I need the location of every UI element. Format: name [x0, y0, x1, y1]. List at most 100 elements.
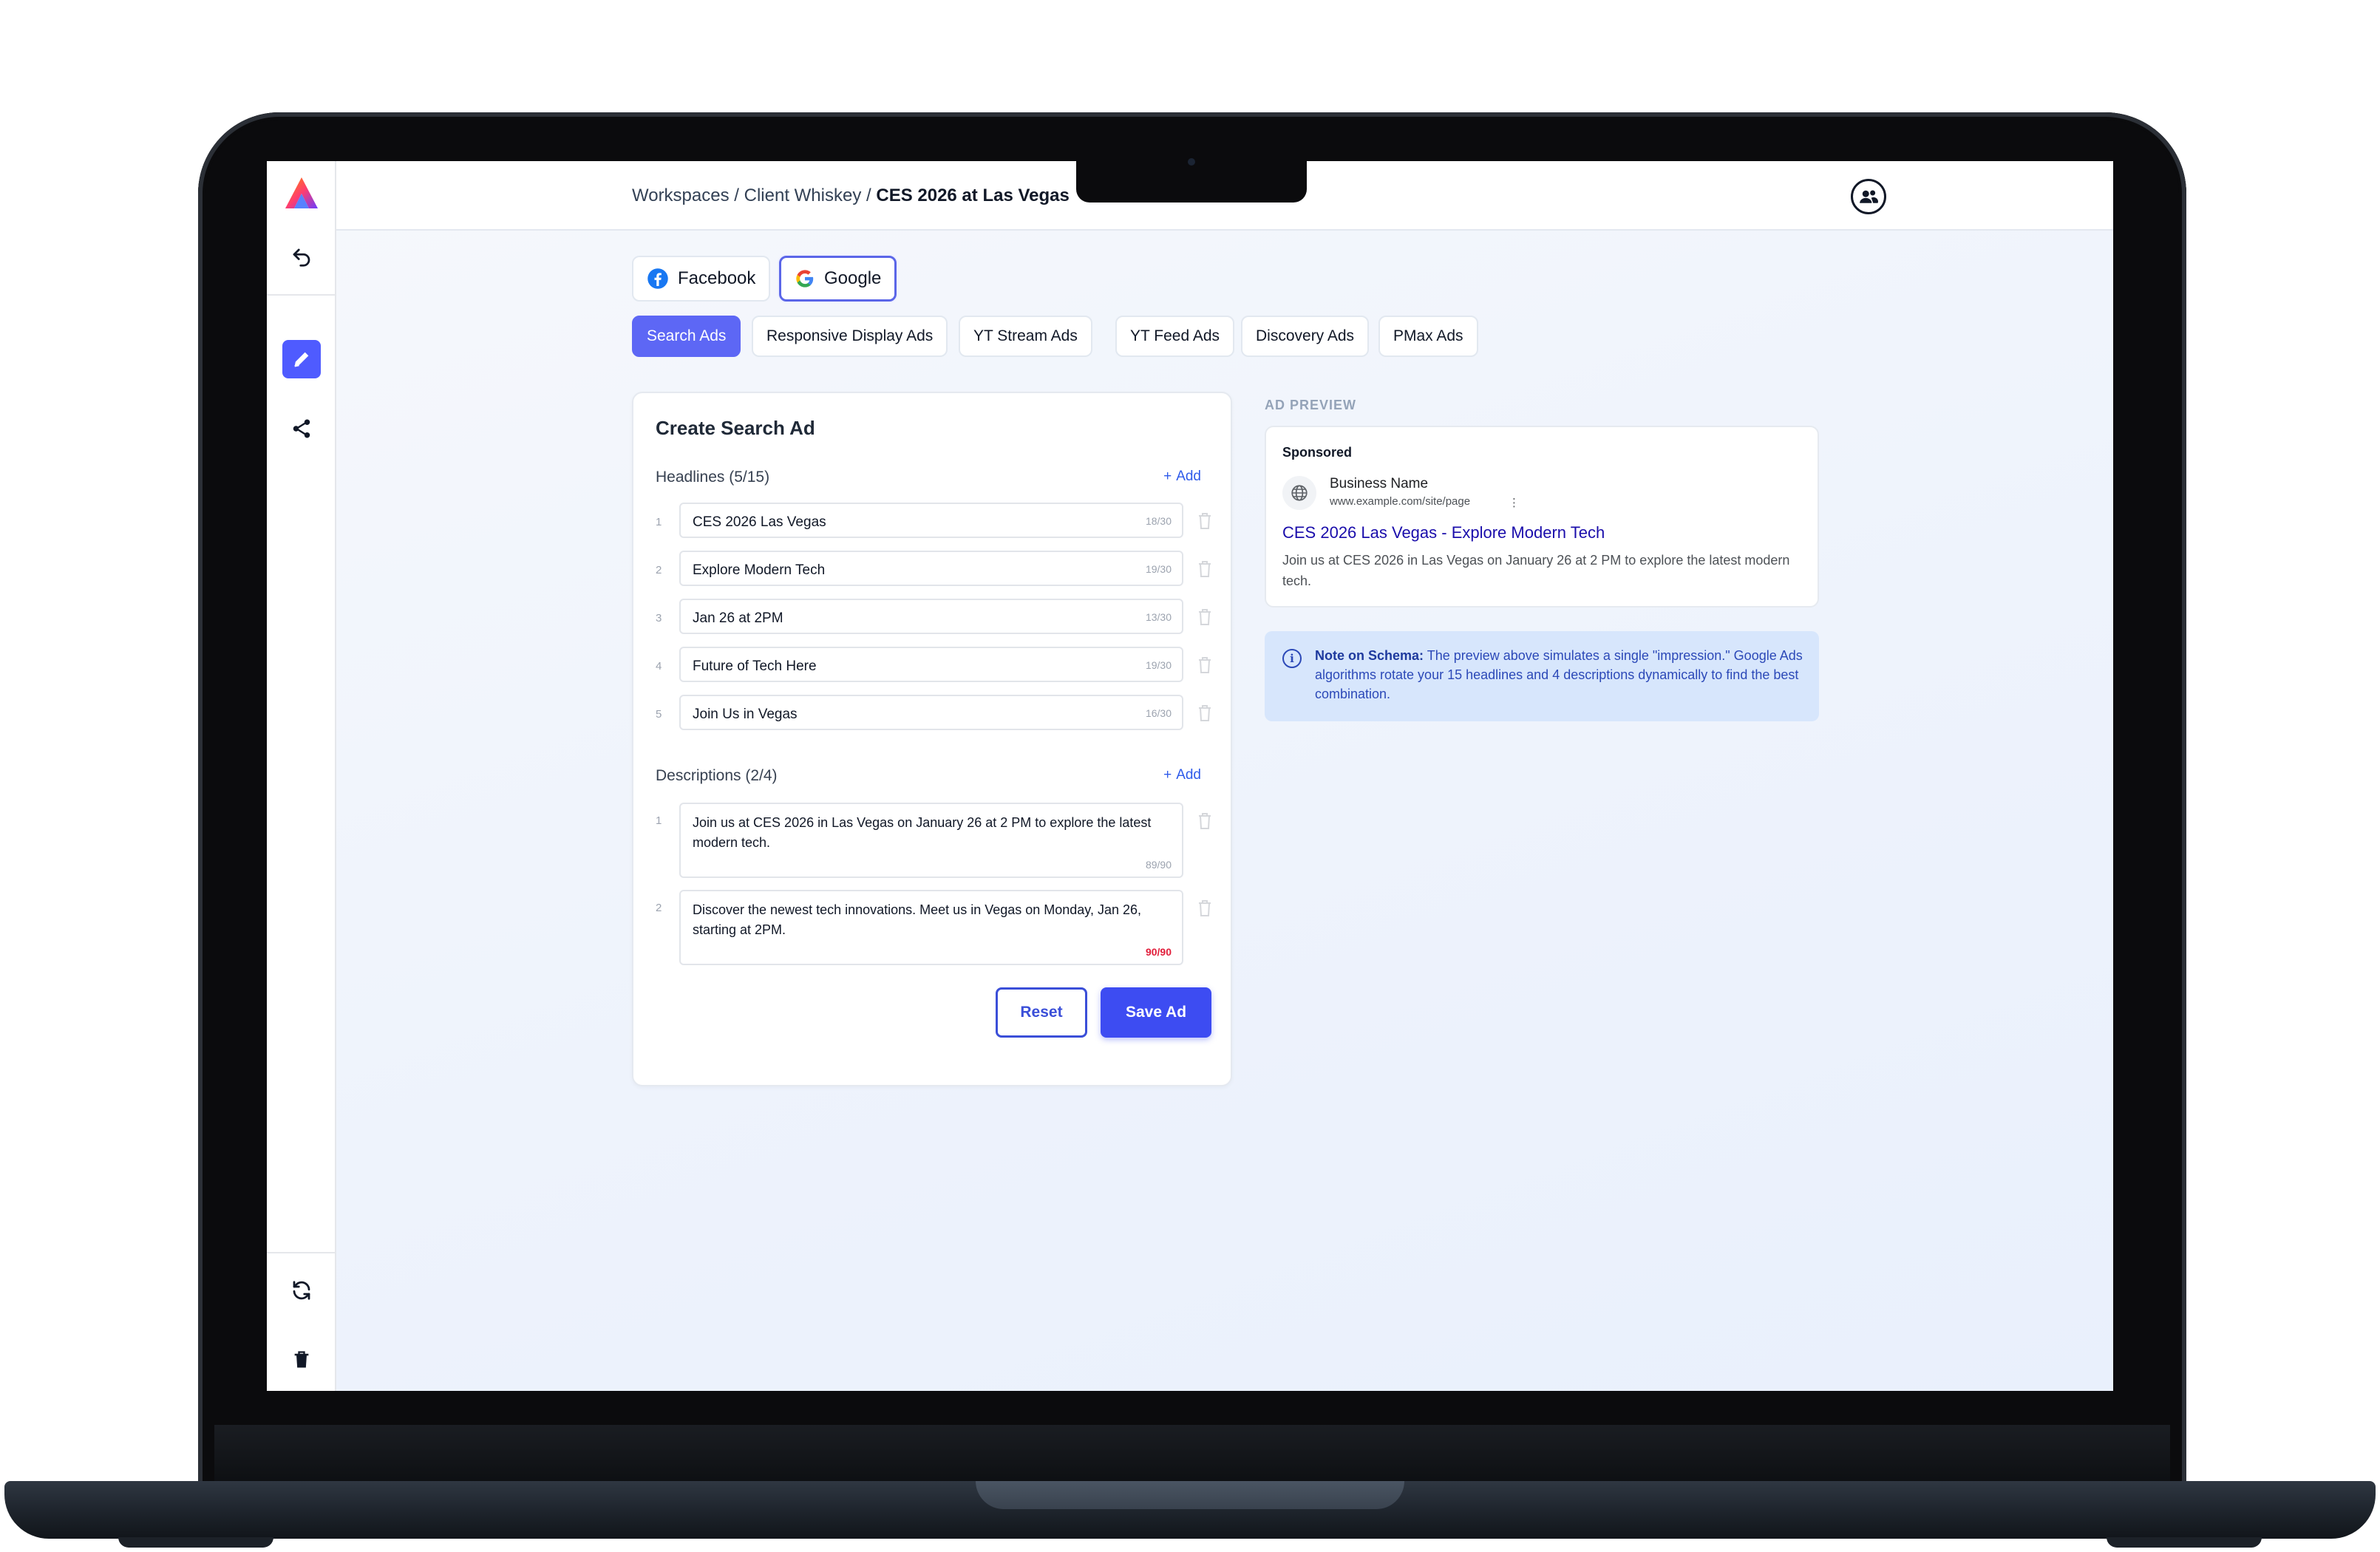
sidebar-divider	[267, 1252, 336, 1253]
globe-icon	[1282, 476, 1316, 510]
breadcrumb-separator: /	[734, 186, 739, 205]
tab-yt-stream-ads[interactable]: YT Stream Ads	[959, 316, 1092, 357]
platform-tab-facebook[interactable]: Facebook	[632, 256, 771, 302]
brand-logo-icon	[285, 177, 318, 208]
preview-headline[interactable]: CES 2026 Las Vegas - Explore Modern Tech	[1282, 523, 1605, 542]
facebook-icon	[647, 268, 668, 289]
delete-description-icon[interactable]	[1197, 899, 1213, 918]
sidebar	[267, 161, 336, 1391]
tab-pmax-ads[interactable]: PMax Ads	[1378, 316, 1478, 357]
tab-discovery-ads[interactable]: Discovery Ads	[1241, 316, 1370, 357]
headline-number: 2	[656, 564, 662, 576]
breadcrumb: Workspaces / Client Whiskey / CES 2026 a…	[632, 186, 1070, 206]
schema-note: i Note on Schema: The preview above simu…	[1265, 631, 1819, 721]
headline-input[interactable]: Join Us in Vegas 16/30	[679, 695, 1183, 730]
schema-note-text: Note on Schema: The preview above simula…	[1315, 646, 1803, 704]
breadcrumb-current: CES 2026 at Las Vegas	[876, 186, 1070, 205]
create-ad-card: Create Search Ad Headlines (5/15) + Add …	[632, 392, 1232, 1086]
display-url: www.example.com/site/page	[1330, 495, 1471, 508]
plus-icon: +	[1163, 469, 1172, 484]
refresh-button[interactable]	[282, 1271, 321, 1310]
tab-search-ads[interactable]: Search Ads	[632, 316, 741, 357]
headline-char-count: 18/30	[1145, 515, 1172, 527]
delete-button[interactable]	[282, 1341, 321, 1379]
delete-headline-icon[interactable]	[1197, 511, 1213, 531]
business-name: Business Name	[1330, 476, 1429, 491]
user-menu-button[interactable]	[1851, 179, 1886, 214]
headline-text: CES 2026 Las Vegas	[693, 514, 826, 530]
descriptions-title: Descriptions (2/4)	[656, 767, 778, 784]
platform-tab-label: Facebook	[678, 268, 756, 288]
description-char-count: 90/90	[1145, 946, 1172, 958]
platform-tab-google[interactable]: Google	[779, 256, 897, 302]
users-icon	[1860, 190, 1878, 203]
undo-icon	[293, 248, 310, 267]
add-headline-label: Add	[1176, 469, 1201, 484]
description-number: 2	[656, 902, 662, 914]
description-input[interactable]: Join us at CES 2026 in Las Vegas on Janu…	[679, 803, 1183, 878]
pencil-icon	[294, 352, 309, 367]
headline-char-count: 19/30	[1145, 659, 1172, 671]
headline-number: 1	[656, 516, 662, 528]
brand-logo[interactable]	[282, 174, 321, 213]
add-description-button[interactable]: + Add	[1163, 767, 1201, 783]
delete-headline-icon[interactable]	[1197, 607, 1213, 627]
headline-text: Future of Tech Here	[693, 658, 817, 674]
plus-icon: +	[1163, 767, 1172, 783]
ad-preview-label: AD PREVIEW	[1265, 398, 1357, 412]
save-ad-button[interactable]: Save Ad	[1101, 987, 1211, 1038]
app-screen: Workspaces / Client Whiskey / CES 2026 a…	[267, 161, 2113, 1391]
headline-input[interactable]: Future of Tech Here 19/30	[679, 647, 1183, 682]
description-char-count: 89/90	[1145, 859, 1172, 871]
share-button[interactable]	[282, 409, 321, 448]
headline-number: 5	[656, 708, 662, 721]
add-description-label: Add	[1176, 767, 1201, 783]
breadcrumb-item-client[interactable]: Client Whiskey	[744, 186, 862, 205]
headline-char-count: 16/30	[1145, 707, 1172, 719]
headline-number: 3	[656, 612, 662, 624]
headline-char-count: 19/30	[1145, 563, 1172, 575]
tab-responsive-display-ads[interactable]: Responsive Display Ads	[752, 316, 948, 357]
headline-text: Jan 26 at 2PM	[693, 610, 783, 626]
laptop-foot-left	[118, 1537, 273, 1548]
description-input[interactable]: Discover the newest tech innovations. Me…	[679, 890, 1183, 965]
share-icon	[293, 419, 310, 438]
laptop-foot-right	[2107, 1537, 2262, 1548]
headline-input[interactable]: Jan 26 at 2PM 13/30	[679, 599, 1183, 634]
info-icon: i	[1282, 649, 1302, 668]
schema-note-title: Note on Schema:	[1315, 648, 1424, 663]
headline-text: Join Us in Vegas	[693, 707, 798, 722]
google-icon	[796, 270, 814, 287]
headlines-title: Headlines (5/15)	[656, 469, 770, 486]
headline-text: Explore Modern Tech	[693, 562, 826, 578]
laptop-opening-notch	[976, 1481, 1404, 1509]
description-number: 1	[656, 814, 662, 827]
camera-icon	[1188, 158, 1195, 166]
preview-description: Join us at CES 2026 in Las Vegas on Janu…	[1282, 553, 1790, 588]
headline-input[interactable]: Explore Modern Tech 19/30	[679, 551, 1183, 586]
delete-headline-icon[interactable]	[1197, 656, 1213, 675]
platform-tab-label: Google	[824, 268, 882, 288]
more-vert-icon[interactable]: ⋮	[1509, 496, 1520, 509]
breadcrumb-item-workspaces[interactable]: Workspaces	[632, 186, 730, 205]
delete-headline-icon[interactable]	[1197, 704, 1213, 723]
sponsored-label: Sponsored	[1282, 445, 1353, 460]
sidebar-divider	[267, 294, 336, 296]
laptop-hinge	[214, 1425, 2170, 1484]
headline-input[interactable]: CES 2026 Las Vegas 18/30	[679, 503, 1183, 538]
delete-headline-icon[interactable]	[1197, 559, 1213, 579]
headline-char-count: 13/30	[1145, 611, 1172, 623]
card-title: Create Search Ad	[656, 417, 815, 439]
tab-yt-feed-ads[interactable]: YT Feed Ads	[1115, 316, 1235, 357]
headline-number: 4	[656, 660, 662, 673]
refresh-icon	[293, 1281, 310, 1300]
edit-button[interactable]	[282, 340, 321, 378]
add-headline-button[interactable]: + Add	[1163, 469, 1201, 485]
breadcrumb-separator: /	[866, 186, 871, 205]
trash-icon	[294, 1351, 309, 1368]
description-text: Discover the newest tech innovations. Me…	[693, 902, 1142, 937]
delete-description-icon[interactable]	[1197, 811, 1213, 831]
reset-button[interactable]: Reset	[996, 987, 1087, 1038]
undo-button[interactable]	[282, 238, 321, 276]
description-text: Join us at CES 2026 in Las Vegas on Janu…	[693, 815, 1152, 850]
